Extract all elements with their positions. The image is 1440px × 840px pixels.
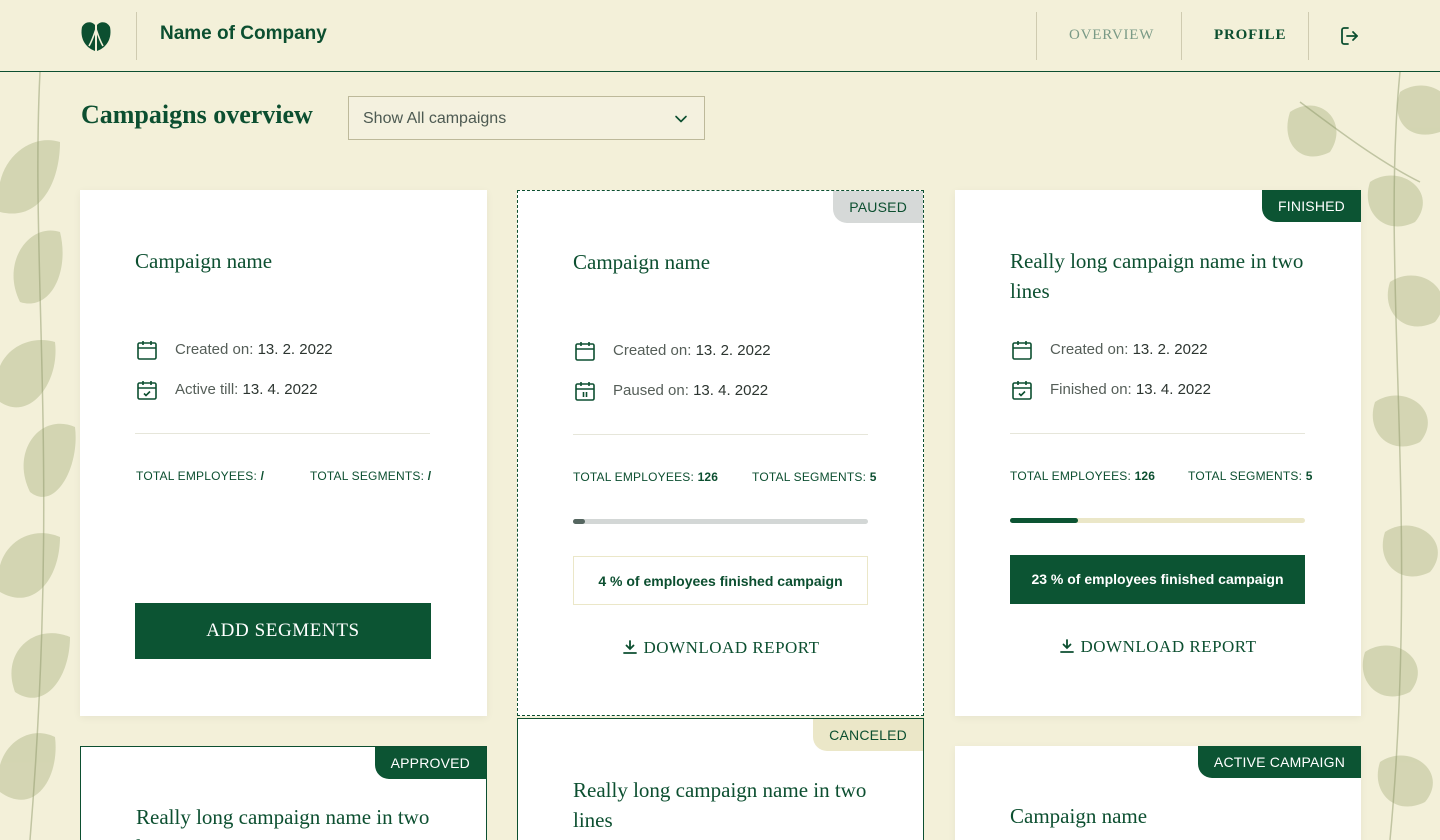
total-employees-label: TOTAL EMPLOYEES: xyxy=(136,469,258,483)
campaign-title: Campaign name xyxy=(135,249,273,273)
campaign-card: Campaign name Created on: 13. 2. 2022 Ac… xyxy=(80,190,487,716)
company-name: Name of Company xyxy=(160,23,327,44)
campaign-card: CANCELED Really long campaign name in tw… xyxy=(517,718,924,840)
status-badge: APPROVED xyxy=(374,747,486,779)
calendar-pause-icon xyxy=(575,382,595,401)
total-segments: TOTAL SEGMENTS: 5 xyxy=(752,470,877,484)
total-segments-value: 5 xyxy=(869,470,877,484)
logout-icon[interactable] xyxy=(1338,24,1362,48)
total-employees: TOTAL EMPLOYEES: 126 xyxy=(573,470,718,484)
paused-value: 13. 4. 2022 xyxy=(693,382,769,399)
download-report-label: DOWNLOAD REPORT xyxy=(643,638,820,657)
total-employees: TOTAL EMPLOYEES: 126 xyxy=(1010,469,1155,483)
nav-overview-link[interactable]: OVERVIEW xyxy=(1069,27,1154,44)
nav-profile-link[interactable]: PROFILE xyxy=(1214,27,1286,44)
campaign-filter-dropdown[interactable]: Show All campaigns xyxy=(348,96,705,140)
active-till-label: Active till: xyxy=(175,381,239,398)
campaign-card: PAUSED Campaign name Created on: 13. 2. … xyxy=(517,190,924,716)
calendar-icon xyxy=(1012,341,1032,360)
created-label: Created on: xyxy=(613,342,692,359)
total-segments-label: TOTAL SEGMENTS: xyxy=(310,469,425,483)
divider xyxy=(1010,433,1305,434)
chevron-down-icon xyxy=(675,115,687,123)
campaign-card: ACTIVE CAMPAIGN Campaign name xyxy=(955,746,1361,840)
download-icon xyxy=(1059,639,1074,653)
page-title: Campaigns overview xyxy=(81,100,313,129)
status-badge: PAUSED xyxy=(833,191,923,223)
total-employees-value: 126 xyxy=(697,470,719,484)
created-value: 13. 2. 2022 xyxy=(695,342,771,359)
campaign-title: Campaign name xyxy=(1010,804,1148,828)
total-employees-label: TOTAL EMPLOYEES: xyxy=(1010,469,1132,483)
nav-divider xyxy=(1308,12,1309,60)
leaf-logo-icon[interactable] xyxy=(80,19,112,53)
campaign-card: FINISHED Really long campaign name in tw… xyxy=(955,190,1361,716)
status-badge: CANCELED xyxy=(813,719,923,751)
calendar-icon xyxy=(575,342,595,361)
download-report-label: DOWNLOAD REPORT xyxy=(1080,637,1257,656)
total-employees-value: / xyxy=(260,469,265,483)
finished-value: 13. 4. 2022 xyxy=(1135,381,1211,398)
progress-fill xyxy=(1010,518,1078,523)
calendar-icon xyxy=(137,341,157,360)
total-segments: TOTAL SEGMENTS: 5 xyxy=(1188,469,1313,483)
total-employees-label: TOTAL EMPLOYEES: xyxy=(573,470,695,484)
top-navigation: Name of Company OVERVIEW PROFILE xyxy=(0,0,1440,72)
campaign-title: Really long campaign name in two lines xyxy=(573,778,867,832)
total-segments-value: 5 xyxy=(1305,469,1313,483)
download-report-link[interactable]: DOWNLOAD REPORT xyxy=(573,638,868,662)
campaign-card: APPROVED Really long campaign name in tw… xyxy=(80,746,487,840)
completion-summary: 4 % of employees finished campaign xyxy=(573,556,868,605)
total-segments-value: / xyxy=(427,469,432,483)
calendar-check-icon xyxy=(137,381,157,400)
campaign-filter-value: Show All campaigns xyxy=(363,110,507,127)
created-label: Created on: xyxy=(175,341,254,358)
divider xyxy=(135,433,430,434)
created-label: Created on: xyxy=(1050,341,1129,358)
nav-divider xyxy=(1036,12,1037,60)
completion-summary: 23 % of employees finished campaign xyxy=(1010,555,1305,604)
created-value: 13. 2. 2022 xyxy=(1132,341,1208,358)
download-icon xyxy=(622,640,637,654)
calendar-check-icon xyxy=(1012,381,1032,400)
total-segments-label: TOTAL SEGMENTS: xyxy=(752,470,867,484)
total-segments: TOTAL SEGMENTS: / xyxy=(310,469,431,483)
total-employees: TOTAL EMPLOYEES: / xyxy=(136,469,264,483)
nav-divider xyxy=(1181,12,1182,60)
total-employees-value: 126 xyxy=(1134,469,1156,483)
paused-label: Paused on: xyxy=(613,382,689,399)
created-value: 13. 2. 2022 xyxy=(257,341,333,358)
status-badge: ACTIVE CAMPAIGN xyxy=(1197,746,1361,778)
active-till-value: 13. 4. 2022 xyxy=(242,381,318,398)
campaign-title: Really long campaign name in two lines xyxy=(136,805,430,840)
progress-bar xyxy=(573,519,868,524)
campaign-title: Really long campaign name in two lines xyxy=(1010,249,1304,303)
progress-fill xyxy=(573,519,585,524)
progress-bar xyxy=(1010,518,1305,523)
divider xyxy=(573,434,868,435)
brand-divider xyxy=(136,12,137,60)
total-segments-label: TOTAL SEGMENTS: xyxy=(1188,469,1303,483)
finished-label: Finished on: xyxy=(1050,381,1132,398)
add-segments-button[interactable]: ADD SEGMENTS xyxy=(135,603,431,659)
status-badge: FINISHED xyxy=(1262,190,1361,222)
download-report-link[interactable]: DOWNLOAD REPORT xyxy=(1010,637,1305,661)
campaign-title: Campaign name xyxy=(573,250,711,274)
